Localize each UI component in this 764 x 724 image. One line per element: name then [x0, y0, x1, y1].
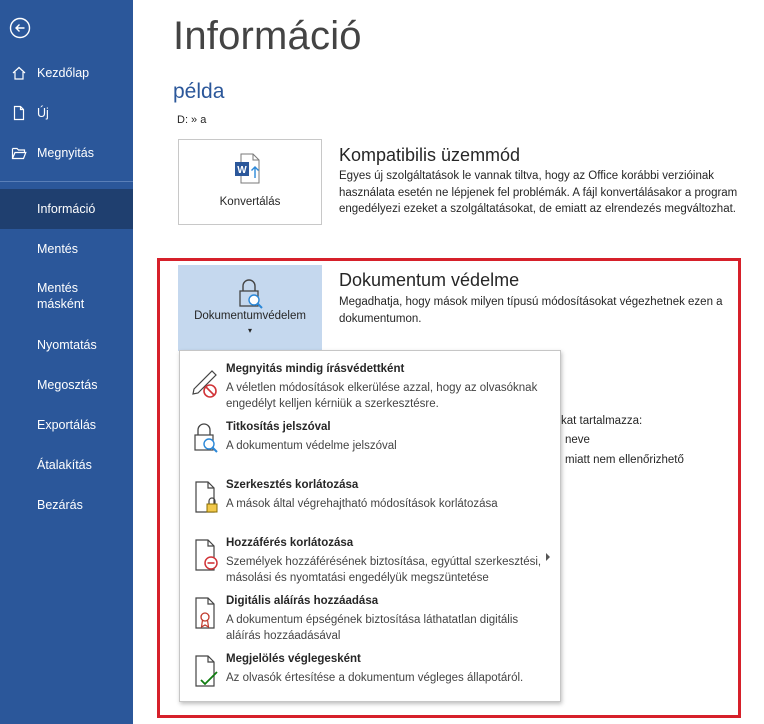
document-protection-label: Dokumentumvédelem [194, 310, 306, 322]
sidebar-item-open[interactable]: Megnyitás [0, 133, 133, 173]
sidebar-item-info[interactable]: Információ [0, 189, 133, 229]
compat-title: Kompatibilis üzemmód [339, 145, 521, 165]
document-check-icon [195, 655, 218, 687]
sidebar-item-home[interactable]: Kezdőlap [0, 53, 133, 93]
protection-dropdown-menu: Megnyitás mindig írásvédettként A véletl… [179, 350, 561, 702]
background-text: kat tartalmazza: [561, 415, 643, 427]
menu-item-mark-final[interactable]: Megjelölés véglegesként Az olvasók értes… [180, 645, 560, 701]
convert-button[interactable]: W Konvertálás [178, 139, 322, 225]
folder-open-icon [11, 147, 27, 160]
menu-item-encrypt-password[interactable]: Titkosítás jelszóval A dokumentum védelm… [180, 413, 560, 469]
protect-title: Dokumentum védelme [339, 270, 520, 290]
sidebar-item-label: Bezárás [37, 498, 83, 512]
lock-search-icon [239, 279, 263, 309]
menu-item-description: Az olvasók értesítése a dokumentum végle… [226, 672, 524, 684]
sidebar-item-export[interactable]: Exportálás [0, 405, 133, 445]
document-path: D: » a [177, 114, 207, 126]
document-ribbon-icon [195, 597, 215, 629]
menu-item-title: Hozzáférés korlátozása [226, 537, 354, 549]
sidebar-item-save-as[interactable]: Mentés másként [0, 272, 133, 320]
sidebar-item-label: Átalakítás [37, 458, 92, 472]
document-name: példa [173, 80, 225, 103]
lock-search-icon [194, 423, 218, 453]
sidebar-item-label: Információ [37, 202, 96, 216]
menu-item-description: Személyek hozzáférésének biztosítása, eg… [226, 556, 542, 584]
document-restricted-icon [195, 539, 218, 571]
menu-item-title: Megnyitás mindig írásvédettként [226, 363, 405, 375]
sidebar-item-label: Kezdőlap [37, 66, 90, 80]
sidebar-item-print[interactable]: Nyomtatás [0, 325, 133, 365]
sidebar-item-close[interactable]: Bezárás [0, 485, 133, 525]
sidebar-item-label: Exportálás [37, 418, 97, 432]
menu-item-description: A dokumentum épségének biztosítása látha… [226, 614, 519, 642]
menu-item-title: Szerkesztés korlátozása [226, 479, 359, 491]
menu-item-restrict-access[interactable]: Hozzáférés korlátozása Személyek hozzáfé… [180, 529, 560, 585]
new-document-icon [13, 105, 25, 121]
background-text: neve [565, 434, 590, 446]
sidebar-item-label: Megnyitás [37, 146, 94, 160]
compat-description: Egyes új szolgáltatások le vannak tiltva… [339, 170, 738, 215]
background-text: miatt nem ellenőrizhető [565, 454, 684, 466]
menu-item-always-read-only[interactable]: Megnyitás mindig írásvédettként A véletl… [180, 355, 560, 411]
menu-item-description: A mások által végrehajtható módosítások … [226, 498, 498, 510]
convert-button-label: Konvertálás [219, 196, 281, 208]
sidebar-item-label: Mentés [37, 242, 78, 256]
svg-text:W: W [237, 165, 247, 176]
document-protection-button[interactable]: Dokumentumvédelem ▾ [178, 265, 322, 351]
sidebar-divider [0, 181, 133, 182]
document-lock-icon [195, 481, 218, 513]
pencil-prohibited-icon [192, 370, 217, 398]
menu-item-restrict-editing[interactable]: Szerkesztés korlátozása A mások által vé… [180, 471, 560, 527]
sidebar-item-save[interactable]: Mentés [0, 229, 133, 269]
chevron-down-icon: ▾ [247, 326, 252, 335]
menu-item-description: A véletlen módosítások elkerülése azzal,… [226, 382, 538, 410]
sidebar-item-label: Nyomtatás [37, 338, 97, 352]
sidebar-item-new[interactable]: Új [0, 93, 133, 133]
home-icon [12, 66, 26, 80]
sidebar-item-label: Megosztás [37, 378, 98, 392]
menu-item-title: Digitális aláírás hozzáadása [226, 595, 379, 607]
submenu-arrow-icon [546, 553, 550, 561]
back-arrow-icon[interactable] [9, 17, 31, 39]
word-convert-icon: W [235, 153, 260, 184]
menu-item-title: Titkosítás jelszóval [226, 421, 331, 433]
menu-item-digital-signature[interactable]: Digitális aláírás hozzáadása A dokumentu… [180, 587, 560, 643]
menu-item-description: A dokumentum védelme jelszóval [226, 440, 397, 452]
sidebar-item-transform[interactable]: Átalakítás [0, 445, 133, 485]
menu-item-title: Megjelölés véglegesként [226, 653, 361, 665]
sidebar-item-label: Mentés másként [37, 281, 85, 311]
backstage-sidebar: Kezdőlap Új Megnyitás Információ Mentés … [0, 0, 133, 724]
sidebar-item-label: Új [37, 106, 49, 120]
sidebar-item-share[interactable]: Megosztás [0, 365, 133, 405]
protect-description: Megadhatja, hogy mások milyen típusú mód… [339, 296, 723, 325]
page-title: Információ [173, 14, 362, 58]
